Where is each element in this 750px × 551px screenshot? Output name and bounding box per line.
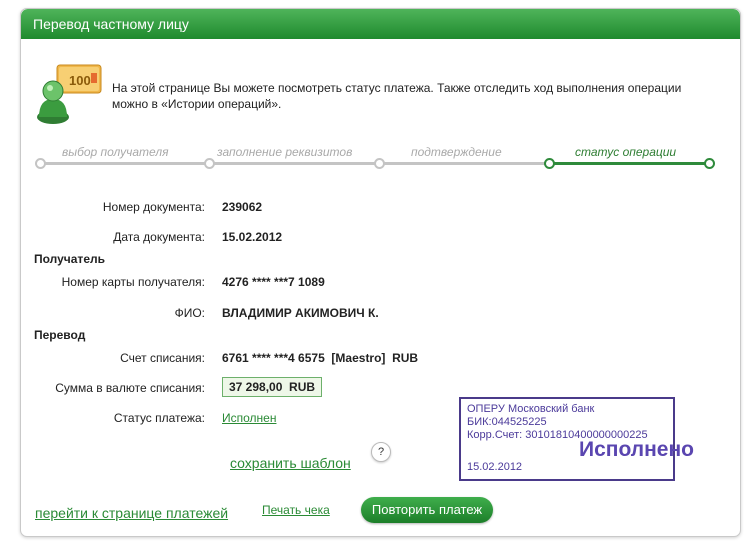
card-number-label: Номер карты получателя: <box>61 275 205 289</box>
account-value: 6761 **** ***4 6575 [Maestro] RUB <box>222 351 419 365</box>
step-dot <box>35 158 46 169</box>
step-label-status: статус операции <box>575 145 677 159</box>
stamp-bank-name: ОПЕРУ Московский банк <box>467 403 595 415</box>
svg-text:100: 100 <box>69 73 91 88</box>
save-template-link[interactable]: сохранить шаблон <box>230 455 351 471</box>
panel-title: Перевод частному лицу <box>21 9 740 39</box>
step-dot <box>204 158 215 169</box>
amount-label: Сумма в валюте списания: <box>55 381 205 395</box>
status-link[interactable]: Исполнен <box>222 411 276 425</box>
doc-date-label: Дата документа: <box>113 230 205 244</box>
fio-value: ВЛАДИМИР АКИМОВИЧ К. <box>222 306 379 320</box>
intro-text: На этой странице Вы можете посмотреть ст… <box>112 81 682 111</box>
transfer-section-title: Перевод <box>34 328 86 342</box>
go-to-payments-link[interactable]: перейти к странице платежей <box>35 505 228 521</box>
doc-date-value: 15.02.2012 <box>222 230 283 244</box>
transfer-panel: Перевод частному лицу 100 На этой страни… <box>20 8 741 537</box>
stamp-bik: БИК:044525225 <box>467 416 547 428</box>
step-dot-active <box>704 158 715 169</box>
step-dot-active <box>544 158 555 169</box>
step-track-active <box>549 162 709 165</box>
money-card-icon: 100 <box>35 61 107 125</box>
account-label: Счет списания: <box>120 351 205 365</box>
step-track <box>39 162 549 165</box>
doc-number-value: 239062 <box>222 200 263 214</box>
amount-value: 37 298,00 RUB <box>222 377 323 397</box>
status-label: Статус платежа: <box>113 411 205 425</box>
recipient-section-title: Получатель <box>34 252 105 266</box>
bank-stamp: ОПЕРУ Московский банк БИК:044525225 Корр… <box>459 397 694 481</box>
print-receipt-link[interactable]: Печать чека <box>262 503 330 517</box>
fio-label: ФИО: <box>174 306 205 320</box>
stamp-status: Исполнено <box>579 438 694 461</box>
step-label-fill-details: заполнение реквизитов <box>217 145 353 159</box>
help-icon[interactable]: ? <box>371 442 391 462</box>
doc-number-label: Номер документа: <box>102 200 205 214</box>
card-number-value: 4276 **** ***7 1089 <box>222 275 325 289</box>
progress-steps: выбор получателя заполнение реквизитов п… <box>35 145 725 175</box>
step-label-select-recipient: выбор получателя <box>62 145 169 159</box>
step-label-confirmation: подтверждение <box>411 145 502 159</box>
step-dot <box>374 158 385 169</box>
stamp-date: 15.02.2012 <box>467 461 523 473</box>
repeat-payment-button[interactable]: Повторить платеж <box>361 497 493 523</box>
